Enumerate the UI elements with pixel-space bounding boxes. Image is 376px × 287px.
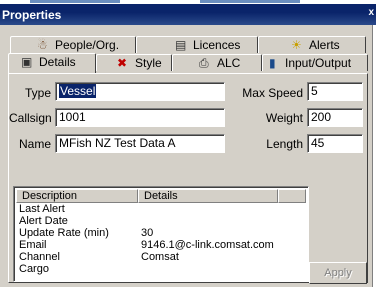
tab-label: Alerts (309, 38, 340, 52)
type-label: Type (24, 86, 51, 100)
tab-style[interactable]: ✖ Style (96, 54, 172, 71)
maxspeed-field[interactable]: 5 (307, 82, 363, 101)
column-header-description[interactable]: Description (16, 189, 138, 203)
tab-label: ALC (217, 56, 241, 70)
length-label: Length (266, 137, 303, 151)
licences-icon: ▤ (175, 38, 187, 52)
weight-label: Weight (265, 111, 303, 125)
style-icon: ✖ (117, 56, 128, 70)
input-output-icon: ▮ (269, 56, 276, 70)
tab-label: Style (135, 56, 162, 70)
people-org-icon: ☃ (37, 38, 48, 52)
details-icon: ▣ (21, 55, 33, 69)
properties-dialog: ☃ People/Org. ▤ Licences ☀ Alerts ▣ Deta… (0, 25, 373, 287)
tab-label: People/Org. (55, 38, 120, 52)
details-panel: Type Vessel Callsign 1001 Name MFish NZ … (8, 73, 368, 284)
description-cell: Email (19, 239, 47, 251)
description-cell: Channel (19, 251, 60, 263)
tab-alerts[interactable]: ☀ Alerts (258, 36, 366, 53)
details-cell: Comsat (141, 251, 179, 263)
tab-alc[interactable]: ⎙ ALC (172, 54, 262, 71)
tab-label: Details (39, 55, 76, 69)
details-cell: 9146.1@c-link.comsat.com (141, 239, 274, 251)
apply-button[interactable]: Apply (309, 262, 367, 284)
close-button[interactable]: x (368, 7, 374, 18)
tab-row-front: ▣ Details ✖ Style ⎙ ALC ▮ Input/Output (8, 53, 368, 73)
alerts-icon: ☀ (291, 38, 302, 52)
maxspeed-label: Max Speed (242, 86, 303, 100)
tab-label: Input/Output (285, 56, 352, 70)
description-cell: Last Alert (19, 203, 65, 215)
title-bar[interactable]: Properties x (0, 4, 376, 25)
tab-input-output[interactable]: ▮ Input/Output (262, 54, 368, 71)
description-cell: Alert Date (19, 215, 68, 227)
alc-icon: ⎙ (199, 56, 209, 70)
weight-field[interactable]: 200 (307, 108, 363, 127)
listview-header: Description Details (16, 189, 306, 203)
background-bar (200, 0, 300, 3)
tab-label: Licences (193, 38, 241, 52)
type-value: Vessel (59, 84, 97, 98)
window-title: Properties (2, 8, 62, 22)
properties-listview[interactable]: Description Details Last Alert Alert Dat… (13, 186, 309, 282)
tab-details[interactable]: ▣ Details (8, 53, 96, 73)
tab-people-org[interactable]: ☃ People/Org. (10, 36, 136, 53)
column-header-details[interactable]: Details (138, 189, 278, 203)
description-cell: Update Rate (min) (19, 227, 109, 239)
type-field[interactable]: Vessel (55, 82, 225, 101)
name-field[interactable]: MFish NZ Test Data A (55, 134, 225, 153)
tab-row-back: ☃ People/Org. ▤ Licences ☀ Alerts (8, 36, 368, 54)
description-cell: Cargo (19, 263, 49, 275)
tab-licences[interactable]: ▤ Licences (136, 36, 258, 53)
name-label: Name (18, 137, 51, 151)
details-cell: 30 (141, 227, 154, 239)
callsign-field[interactable]: 1001 (55, 108, 225, 127)
callsign-label: Callsign (9, 111, 52, 125)
column-header-empty (278, 189, 306, 203)
length-field[interactable]: 45 (307, 134, 363, 153)
background-bar (30, 0, 120, 3)
